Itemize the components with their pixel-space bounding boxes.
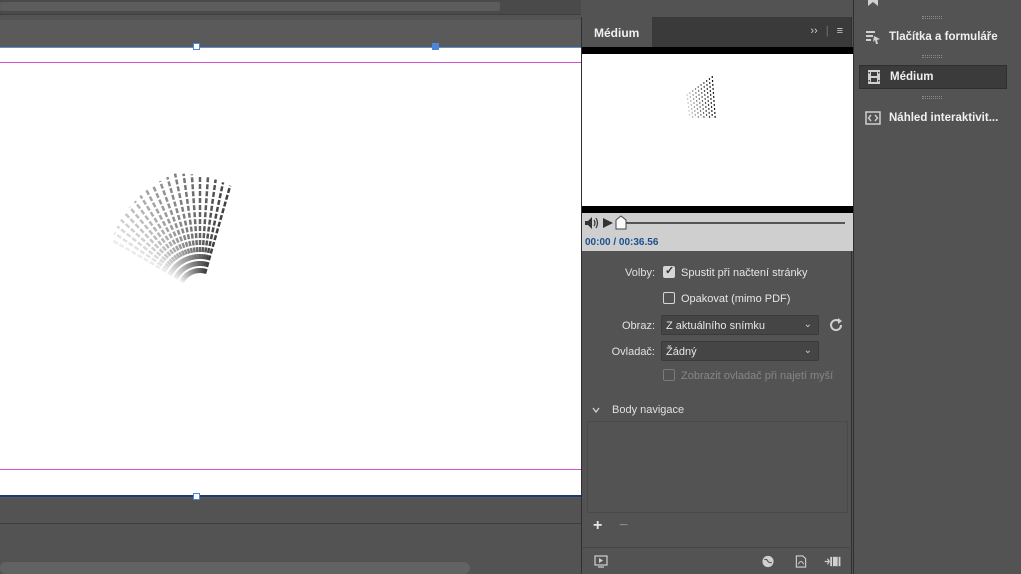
- controller-select[interactable]: Žádný ⌄: [661, 341, 819, 361]
- dock-item-buttons-forms[interactable]: Tlačítka a formuláře: [859, 25, 1007, 49]
- right-dock: Tlačítka a formuláře Médium Náhled inter…: [853, 0, 1021, 574]
- pdf-icon[interactable]: [794, 555, 808, 568]
- dock-item-preview-interactivity[interactable]: Náhled interaktivit...: [859, 106, 1007, 130]
- show-controller-label: Zobrazit ovladač při najetí myší: [681, 370, 834, 382]
- loop-checkbox[interactable]: [663, 292, 675, 304]
- panel-footer: [582, 547, 853, 574]
- dock-item-bookmarks[interactable]: [859, 0, 1007, 12]
- nav-points-header[interactable]: Body navigace: [592, 404, 684, 416]
- panel-menu: ›› | ≡: [810, 25, 843, 37]
- media-preview: [582, 47, 853, 213]
- place-video-icon[interactable]: [824, 555, 842, 568]
- selection-handle-top-right[interactable]: [432, 43, 439, 50]
- globe-icon[interactable]: [761, 555, 775, 568]
- controller-select-value: Žádný: [666, 346, 697, 358]
- top-scrollbar[interactable]: [0, 0, 581, 15]
- loop-label[interactable]: Opakovat (mimo PDF): [681, 293, 790, 305]
- divider: |: [825, 25, 829, 37]
- chevron-down-icon: ⌄: [803, 319, 812, 330]
- poster-select-value: Z aktuálního snímku: [666, 320, 766, 332]
- remove-nav-point-button: −: [619, 517, 629, 534]
- dock-grip[interactable]: [922, 16, 942, 19]
- tab-medium[interactable]: Médium: [582, 17, 652, 47]
- dock-item-label: Médium: [890, 71, 934, 83]
- nav-points-list[interactable]: [587, 421, 848, 513]
- canvas-bottom-strip: [0, 504, 581, 524]
- ovladac-label: Ovladač:: [611, 346, 655, 358]
- poster-select[interactable]: Z aktuálního snímku ⌄: [661, 315, 819, 335]
- preview-interactivity-icon: [865, 111, 881, 125]
- volume-icon[interactable]: [584, 216, 600, 230]
- chevron-down-icon: ⌄: [803, 345, 812, 356]
- preview-thumbnail-graphic: [686, 75, 716, 119]
- volby-label: Volby:: [625, 267, 655, 279]
- preview-frame: [582, 54, 853, 206]
- timecode: 00:00 / 00:36.56: [585, 237, 659, 248]
- document-page[interactable]: [0, 47, 581, 497]
- show-controller-checkbox: [663, 369, 675, 381]
- autoplay-checkbox[interactable]: [663, 264, 675, 278]
- dock-item-medium[interactable]: Médium: [859, 65, 1007, 89]
- dock-grip[interactable]: [922, 55, 942, 58]
- dock-item-label: Tlačítka a formuláře: [889, 31, 998, 43]
- selection-handle-top[interactable]: [193, 43, 200, 50]
- play-icon[interactable]: [602, 217, 614, 229]
- playback-scrubber[interactable]: [619, 222, 845, 224]
- media-player-controls: 00:00 / 00:36.56: [582, 213, 853, 251]
- buttons-forms-icon: [866, 31, 880, 44]
- flyout-menu-icon[interactable]: ≡: [837, 25, 843, 37]
- add-nav-point-button[interactable]: +: [593, 517, 602, 535]
- scrubber-thumb[interactable]: [615, 215, 627, 230]
- horizontal-scrollbar[interactable]: [0, 562, 470, 574]
- panel-tab-bar: Médium ›› | ≡: [582, 17, 851, 47]
- media-frame-fan-graphic[interactable]: [60, 143, 270, 303]
- dock-grip[interactable]: [922, 96, 942, 99]
- media-icon: [868, 70, 880, 84]
- bottom-margin-guide: [0, 469, 581, 470]
- bookmark-icon: [868, 0, 878, 6]
- selection-handle-bottom[interactable]: [193, 493, 200, 500]
- refresh-icon[interactable]: [827, 316, 845, 334]
- collapse-icon[interactable]: ››: [810, 25, 817, 37]
- scroll-thumb[interactable]: [0, 2, 500, 11]
- chevron-down-icon[interactable]: [592, 406, 600, 414]
- dock-item-label: Náhled interaktivit...: [889, 112, 999, 124]
- nav-points-label: Body navigace: [612, 404, 685, 416]
- media-panel: Médium ›› | ≡ 00:00 / 00:36.56 Volby: Sp…: [581, 17, 853, 574]
- preview-media-icon[interactable]: [594, 555, 608, 568]
- document-canvas[interactable]: [0, 0, 581, 574]
- top-margin-guide: [0, 62, 581, 63]
- autoplay-label[interactable]: Spustit při načtení stránky: [681, 267, 808, 279]
- obraz-label: Obraz:: [621, 320, 655, 332]
